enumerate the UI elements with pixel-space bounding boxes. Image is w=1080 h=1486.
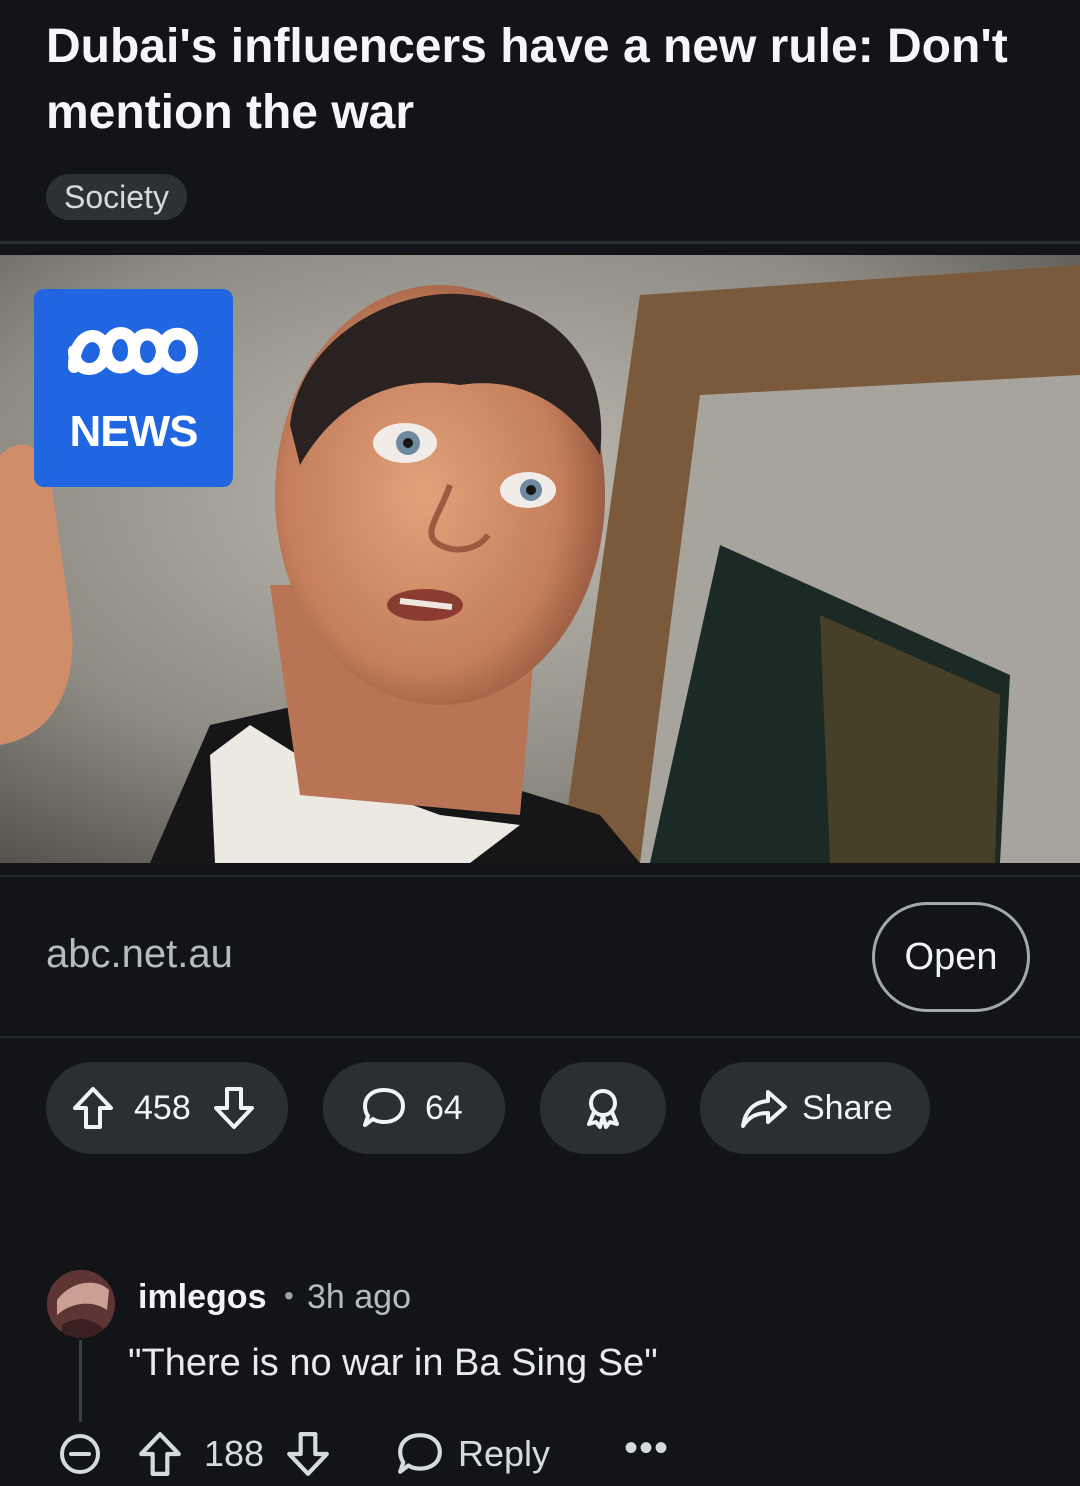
comment-downvote-icon[interactable] (286, 1431, 330, 1477)
post-score: 458 (134, 1088, 191, 1127)
comment-bubble-icon (363, 1088, 405, 1127)
comment-timestamp: 3h ago (307, 1278, 411, 1316)
comment-body: "There is no war in Ba Sing Se" (128, 1342, 658, 1384)
more-options-button[interactable]: ••• (624, 1422, 669, 1474)
comment-count: 64 (425, 1088, 463, 1127)
share-arrow-icon (741, 1090, 787, 1128)
upvote-icon[interactable] (72, 1086, 114, 1130)
divider (0, 875, 1080, 877)
abc-news-logo: NEWS (34, 289, 233, 487)
share-label: Share (802, 1088, 893, 1127)
abc-news-wordmark: NEWS (69, 407, 199, 456)
comments-button[interactable]: 64 (323, 1062, 505, 1154)
link-domain[interactable]: abc.net.au (46, 932, 233, 977)
flair-tag[interactable]: Society (46, 174, 187, 220)
open-link-button[interactable]: Open (872, 902, 1030, 1012)
avatar-image (47, 1270, 115, 1338)
award-icon (587, 1089, 619, 1129)
reply-bubble-icon (398, 1433, 442, 1474)
comment-vote-bar: 188 (138, 1428, 330, 1480)
collapse-minus-icon (60, 1434, 100, 1474)
vote-bar: 458 (46, 1062, 288, 1154)
reply-label: Reply (458, 1433, 551, 1474)
comment-upvote-icon[interactable] (138, 1431, 182, 1477)
meta-separator: • (284, 1280, 294, 1311)
post-title: Dubai's influencers have a new rule: Don… (46, 20, 1008, 139)
award-button[interactable] (540, 1062, 666, 1154)
comment-username[interactable]: imlegos (138, 1278, 266, 1317)
comment-score: 188 (204, 1433, 265, 1474)
downvote-icon[interactable] (213, 1086, 255, 1130)
commenter-avatar[interactable] (47, 1270, 115, 1338)
collapse-thread-button[interactable] (58, 1428, 102, 1480)
divider (0, 1036, 1080, 1038)
reply-button[interactable]: Reply (396, 1428, 550, 1480)
thread-line[interactable] (79, 1340, 82, 1422)
divider (0, 241, 1080, 244)
abc-wave-icon (68, 327, 199, 375)
share-button[interactable]: Share (700, 1062, 930, 1154)
